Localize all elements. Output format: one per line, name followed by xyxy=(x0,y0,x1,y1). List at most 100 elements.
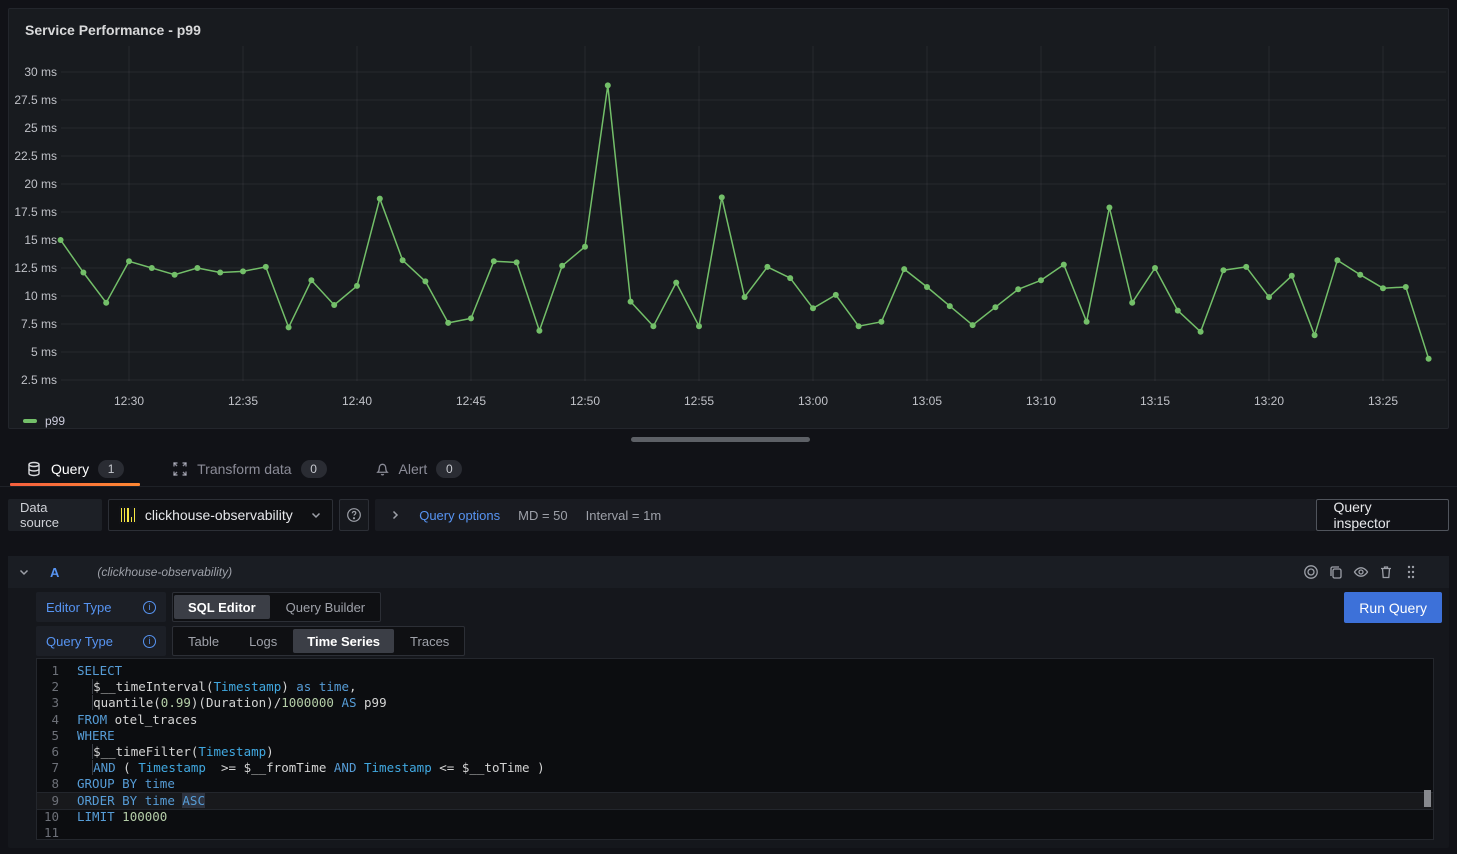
code-line-2: 2 $__timeInterval(Timestamp) as time, xyxy=(37,679,1433,695)
datasource-help-button[interactable] xyxy=(339,499,369,531)
radio-option-time-series[interactable]: Time Series xyxy=(293,629,394,653)
svg-text:10 ms: 10 ms xyxy=(24,289,57,303)
tab-alert[interactable]: Alert 0 xyxy=(359,451,479,486)
svg-text:12:50: 12:50 xyxy=(570,394,600,408)
query-row-actions xyxy=(1303,564,1419,580)
radio-option-sql-editor[interactable]: SQL Editor xyxy=(174,595,270,619)
code-line-6: 6 $__timeFilter(Timestamp) xyxy=(37,744,1433,760)
query-type-row: Query Type i TableLogsTime SeriesTraces xyxy=(36,626,465,656)
radio-option-traces[interactable]: Traces xyxy=(396,629,463,653)
transform-icon xyxy=(172,461,188,477)
toggle-visualization-icon[interactable] xyxy=(1303,564,1319,580)
line-number: 9 xyxy=(37,793,71,809)
code-line-10: 10LIMIT 100000 xyxy=(37,809,1433,825)
run-query-button[interactable]: Run Query xyxy=(1344,592,1442,623)
svg-text:13:00: 13:00 xyxy=(798,394,828,408)
database-icon xyxy=(26,461,42,477)
query-type-label-box: Query Type i xyxy=(36,626,166,656)
code-line-11: 11 xyxy=(37,825,1433,840)
tab-query-label: Query xyxy=(51,461,89,477)
code-line-8: 8GROUP BY time xyxy=(37,776,1433,792)
svg-text:13:05: 13:05 xyxy=(912,394,942,408)
svg-text:17.5 ms: 17.5 ms xyxy=(14,205,57,219)
duplicate-query-icon[interactable] xyxy=(1328,564,1344,580)
line-number: 5 xyxy=(37,728,71,744)
legend-item-p99[interactable]: p99 xyxy=(45,414,65,428)
query-ref-id[interactable]: A xyxy=(50,565,59,580)
line-number: 8 xyxy=(37,776,71,792)
collapse-chevron-icon[interactable] xyxy=(18,566,30,578)
svg-text:12:35: 12:35 xyxy=(228,394,258,408)
chevron-down-icon xyxy=(310,509,322,521)
drag-handle-icon[interactable] xyxy=(1403,564,1419,580)
datasource-row: Data source clickhouse-observability Que… xyxy=(8,499,1449,531)
svg-text:12:45: 12:45 xyxy=(456,394,486,408)
panel-title[interactable]: Service Performance - p99 xyxy=(25,22,201,38)
code-line-5: 5WHERE xyxy=(37,728,1433,744)
editor-type-row: Editor Type i SQL EditorQuery Builder xyxy=(36,592,381,622)
svg-text:2.5 ms: 2.5 ms xyxy=(21,373,57,387)
code-line-3: 3 quantile(0.99)(Duration)/1000000 AS p9… xyxy=(37,695,1433,711)
datasource-picker-value: clickhouse-observability xyxy=(145,507,302,523)
code-line-9: 9ORDER BY time ASC xyxy=(37,793,1433,809)
svg-text:13:20: 13:20 xyxy=(1254,394,1284,408)
query-datasource-subtitle: (clickhouse-observability) xyxy=(97,565,232,579)
info-icon[interactable]: i xyxy=(143,635,156,648)
code-line-7: 7 AND ( Timestamp >= $__fromTime AND Tim… xyxy=(37,760,1433,776)
datasource-picker[interactable]: clickhouse-observability xyxy=(108,499,333,531)
tab-transform-data[interactable]: Transform data 0 xyxy=(156,451,342,486)
svg-text:12:40: 12:40 xyxy=(342,394,372,408)
code-line-1: 1SELECT xyxy=(37,663,1433,679)
max-datapoints-value: MD = 50 xyxy=(518,508,568,523)
editor-type-radio-group: SQL EditorQuery Builder xyxy=(172,592,381,622)
tab-query-badge: 1 xyxy=(98,460,124,478)
query-editor-card: A (clickhouse-observability) xyxy=(8,556,1449,848)
tab-alert-label: Alert xyxy=(399,461,428,477)
svg-text:15 ms: 15 ms xyxy=(24,233,57,247)
svg-text:12:55: 12:55 xyxy=(684,394,714,408)
chart-legend: p99 xyxy=(23,414,65,428)
line-number: 3 xyxy=(37,695,71,711)
svg-text:13:10: 13:10 xyxy=(1026,394,1056,408)
horizontal-scrollbar-thumb[interactable] xyxy=(631,437,810,442)
grafana-panel-edit-page: 2.5 ms5 ms7.5 ms10 ms12.5 ms15 ms17.5 ms… xyxy=(0,0,1457,854)
radio-option-logs[interactable]: Logs xyxy=(235,629,291,653)
datasource-label: Data source xyxy=(8,499,102,531)
svg-text:12.5 ms: 12.5 ms xyxy=(14,261,57,275)
svg-text:27.5 ms: 27.5 ms xyxy=(14,93,57,107)
query-type-radio-group: TableLogsTime SeriesTraces xyxy=(172,626,465,656)
sql-code-editor[interactable]: 1SELECT2 $__timeInterval(Timestamp) as t… xyxy=(36,658,1434,840)
svg-text:25 ms: 25 ms xyxy=(24,121,57,135)
query-type-label: Query Type xyxy=(46,634,113,649)
editor-overview-ruler-marker xyxy=(1424,790,1431,807)
line-number: 11 xyxy=(37,825,71,840)
tab-transform-label: Transform data xyxy=(197,461,291,477)
timeseries-panel: 2.5 ms5 ms7.5 ms10 ms12.5 ms15 ms17.5 ms… xyxy=(8,8,1449,429)
query-inspector-button[interactable]: Query inspector xyxy=(1316,499,1449,531)
radio-option-query-builder[interactable]: Query Builder xyxy=(272,595,379,619)
radio-option-table[interactable]: Table xyxy=(174,629,233,653)
clickhouse-logo-icon xyxy=(119,506,137,524)
timeseries-chart[interactable]: 2.5 ms5 ms7.5 ms10 ms12.5 ms15 ms17.5 ms… xyxy=(9,9,1448,428)
line-number: 1 xyxy=(37,663,71,679)
svg-text:22.5 ms: 22.5 ms xyxy=(14,149,57,163)
svg-text:7.5 ms: 7.5 ms xyxy=(21,317,57,331)
hide-query-icon[interactable] xyxy=(1353,564,1369,580)
svg-text:30 ms: 30 ms xyxy=(24,65,57,79)
editor-type-label: Editor Type xyxy=(46,600,112,615)
tab-query[interactable]: Query 1 xyxy=(10,451,140,486)
interval-value: Interval = 1m xyxy=(586,508,662,523)
query-options-link[interactable]: Query options xyxy=(419,508,500,523)
line-number: 6 xyxy=(37,744,71,760)
svg-text:12:30: 12:30 xyxy=(114,394,144,408)
editor-tabbar: Query 1 Transform data 0 Alert 0 xyxy=(0,451,1457,487)
tab-alert-badge: 0 xyxy=(436,460,462,478)
info-icon[interactable]: i xyxy=(143,601,156,614)
editor-type-label-box: Editor Type i xyxy=(36,592,166,622)
line-number: 4 xyxy=(37,712,71,728)
delete-query-icon[interactable] xyxy=(1378,564,1394,580)
chevron-right-icon[interactable] xyxy=(389,509,401,521)
svg-text:20 ms: 20 ms xyxy=(24,177,57,191)
tab-transform-badge: 0 xyxy=(301,460,327,478)
line-number: 2 xyxy=(37,679,71,695)
